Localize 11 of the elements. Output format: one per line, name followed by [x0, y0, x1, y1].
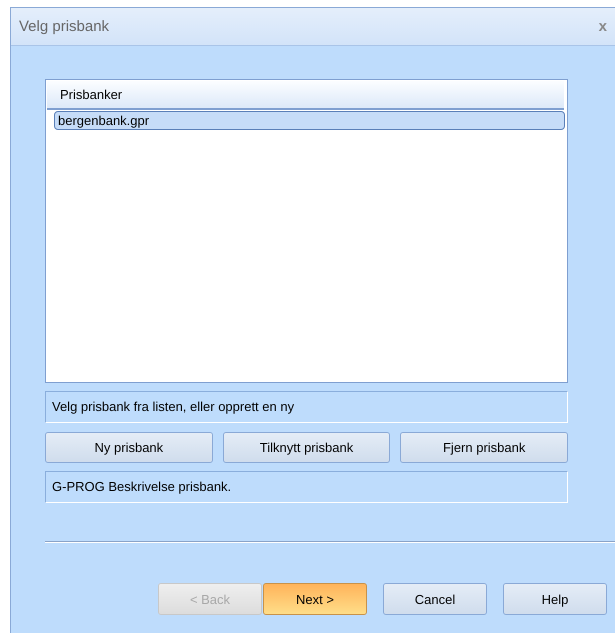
window-title: Velg prisbank	[19, 18, 110, 35]
action-button[interactable]: Ny prisbank	[45, 432, 213, 463]
action-button[interactable]: Tilknytt prisbank	[222, 432, 390, 463]
wizard-button[interactable]: Cancel	[383, 583, 487, 615]
description-field: G-PROG Beskrivelse prisbank.	[45, 471, 568, 503]
column-header[interactable]: Prisbanker	[47, 81, 564, 110]
hint-field: Velg prisbank fra listen, eller opprett en ny	[45, 391, 568, 423]
wizard-button[interactable]: Next >	[263, 583, 367, 615]
action-button[interactable]: Fjern prisbank	[400, 432, 568, 463]
wizard-button[interactable]: Help	[503, 583, 607, 615]
list-item[interactable]: bergenbank.gpr	[54, 111, 565, 130]
